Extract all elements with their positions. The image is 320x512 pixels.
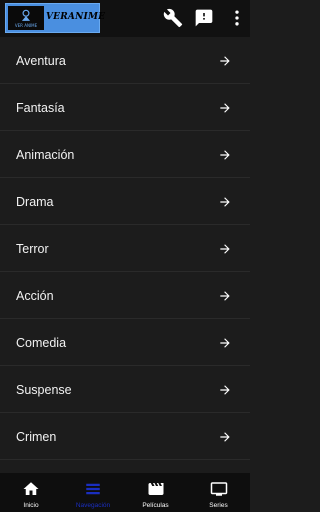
logo-mark: VER ANIME <box>8 6 44 30</box>
logo-small-text: VER ANIME <box>14 23 38 28</box>
tab-series[interactable]: Series <box>187 473 250 512</box>
feedback-button[interactable] <box>194 8 214 28</box>
settings-button[interactable] <box>163 8 183 28</box>
tab-peliculas[interactable]: Películas <box>124 473 187 512</box>
tab-label: Navegación <box>75 502 111 509</box>
category-label: Suspense <box>16 383 72 397</box>
arrow-right-icon <box>220 56 230 66</box>
more-vert-icon <box>235 10 239 26</box>
category-label: Animación <box>16 148 75 162</box>
arrow-right-icon <box>220 197 230 207</box>
logo-emblem-icon <box>21 9 31 21</box>
arrow-right-icon <box>220 385 230 395</box>
wrench-icon <box>163 8 183 28</box>
arrow-right-icon <box>220 432 230 442</box>
arrow-right-icon <box>220 291 230 301</box>
tv-icon <box>210 482 227 496</box>
category-label: Aventura <box>16 54 66 68</box>
logo-wordmark: VERANIME <box>46 12 106 22</box>
tab-navegacion[interactable]: Navegación <box>62 473 124 512</box>
tab-label: Inicio <box>23 502 39 509</box>
category-label: Acción <box>16 289 54 303</box>
category-item-terror[interactable]: Terror <box>0 225 250 272</box>
category-item-accion[interactable]: Acción <box>0 272 250 319</box>
feedback-icon <box>195 9 213 27</box>
more-options-button[interactable] <box>227 8 247 28</box>
tab-label: Películas <box>142 502 169 509</box>
category-item-aventura[interactable]: Aventura <box>0 37 250 84</box>
app-bar: VER ANIME VERANIME <box>0 0 250 37</box>
bottom-navigation: Inicio Navegación Películas Series <box>0 473 250 512</box>
category-label: Terror <box>16 242 49 256</box>
category-item-fantasia[interactable]: Fantasía <box>0 84 250 131</box>
home-icon <box>23 482 39 495</box>
category-item-suspense[interactable]: Suspense <box>0 366 250 413</box>
category-label: Fantasía <box>16 101 65 115</box>
arrow-right-icon <box>220 244 230 254</box>
category-label: Drama <box>16 195 54 209</box>
tab-inicio[interactable]: Inicio <box>0 473 62 512</box>
arrow-right-icon <box>220 338 230 348</box>
tab-label: Series <box>209 502 228 509</box>
category-item-comedia[interactable]: Comedia <box>0 319 250 366</box>
category-item-crimen[interactable]: Crimen <box>0 413 250 460</box>
category-item-animacion[interactable]: Animación <box>0 131 250 178</box>
arrow-right-icon <box>220 150 230 160</box>
category-list: Aventura Fantasía Animación Drama Terror… <box>0 37 250 460</box>
category-item-drama[interactable]: Drama <box>0 178 250 225</box>
list-icon <box>86 483 100 495</box>
arrow-right-icon <box>220 103 230 113</box>
clapperboard-icon <box>148 483 163 495</box>
app-logo: VER ANIME VERANIME <box>5 3 105 33</box>
category-label: Comedia <box>16 336 67 350</box>
category-label: Crimen <box>16 430 57 444</box>
